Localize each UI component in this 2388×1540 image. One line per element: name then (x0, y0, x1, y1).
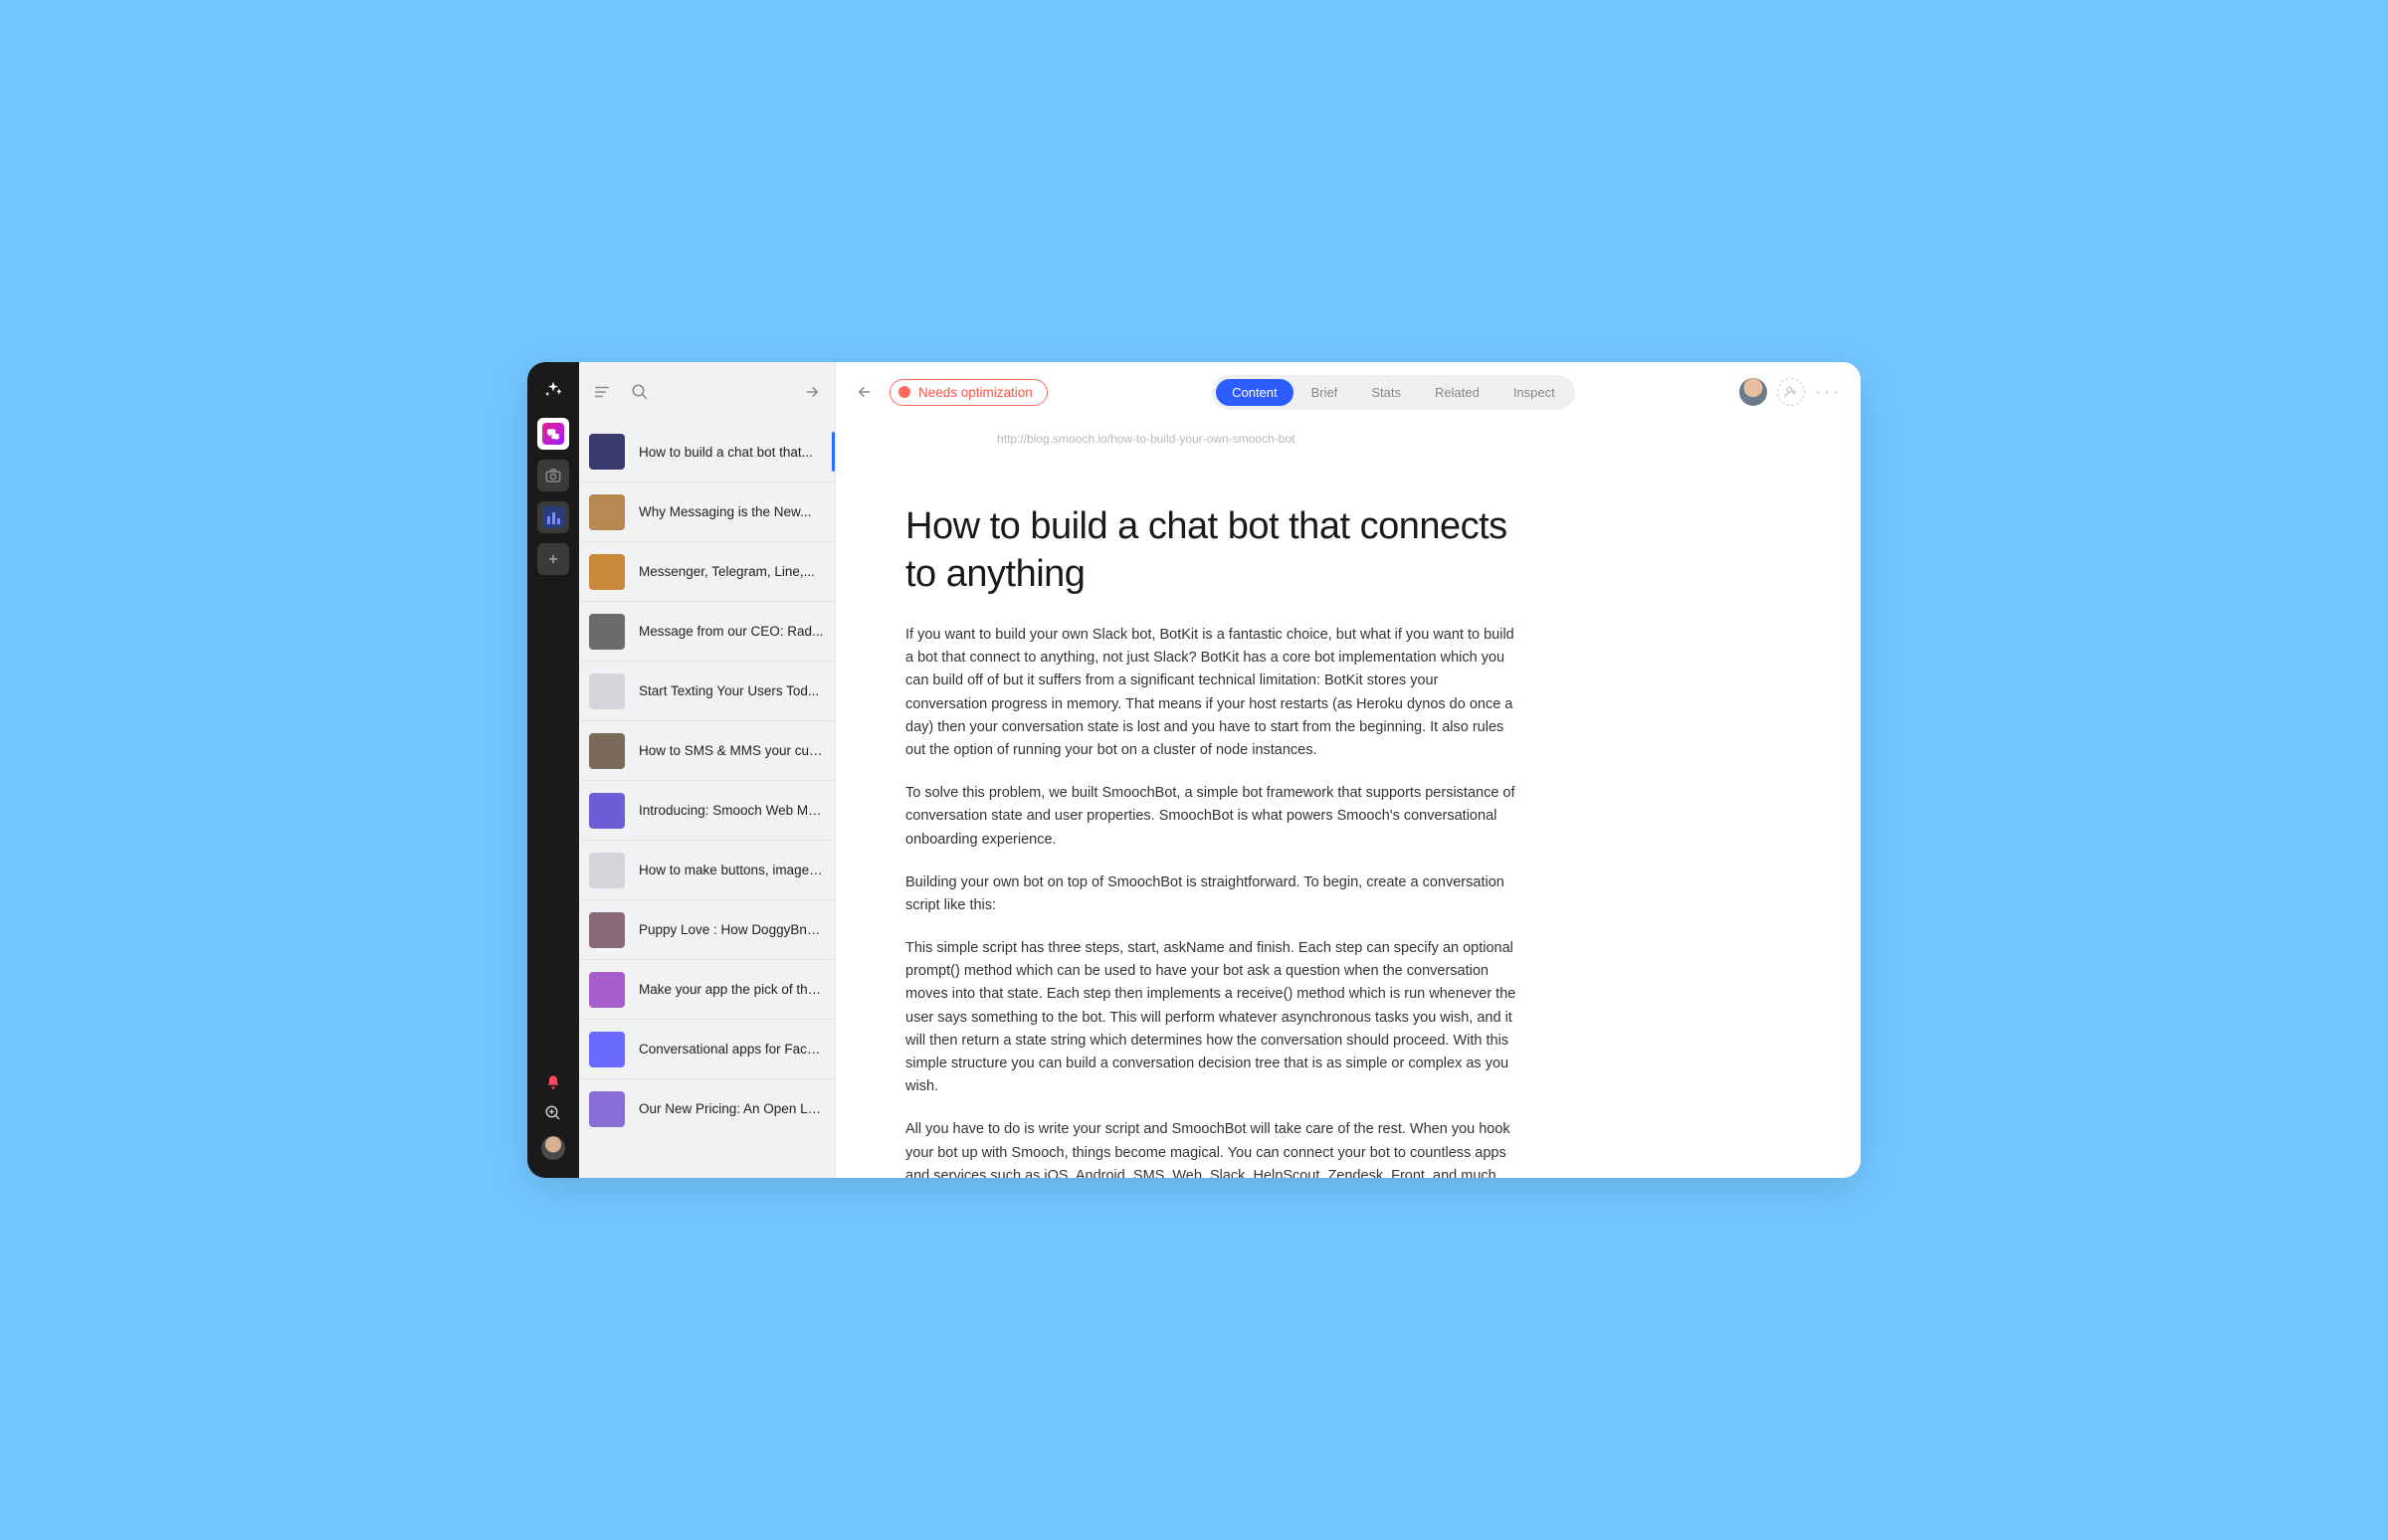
nav-tile-add[interactable] (537, 543, 569, 575)
list-item[interactable]: Introducing: Smooch Web Me... (579, 780, 835, 840)
status-dot-icon (898, 386, 910, 398)
list-item[interactable]: Our New Pricing: An Open Le... (579, 1078, 835, 1138)
article-paragraph: If you want to build your own Slack bot,… (905, 624, 1522, 762)
list-item[interactable]: Why Messaging is the New... (579, 481, 835, 541)
plus-icon (546, 552, 560, 566)
list-item-thumb (589, 614, 625, 650)
tab-brief[interactable]: Brief (1295, 379, 1354, 406)
list-item-title: Conversational apps for Face... (639, 1042, 825, 1057)
main-topbar: Needs optimization ContentBriefStatsRela… (836, 362, 1861, 422)
article: How to build a chat bot that connects to… (905, 503, 1522, 1178)
sidebar-toolbar (579, 362, 835, 422)
article-paragraph: All you have to do is write your script … (905, 1118, 1522, 1178)
list-item[interactable]: Messenger, Telegram, Line,... (579, 541, 835, 601)
list-item-thumb (589, 912, 625, 948)
nav-rail (527, 362, 579, 1178)
list-item[interactable]: Conversational apps for Face... (579, 1019, 835, 1078)
user-avatar-small[interactable] (541, 1136, 565, 1160)
back-icon[interactable] (856, 383, 874, 401)
list-item[interactable]: How to build a chat bot that... (579, 422, 835, 481)
menu-icon[interactable] (593, 383, 611, 401)
list-item-title: Message from our CEO: Rad... (639, 624, 823, 639)
list-item-title: Make your app the pick of the... (639, 982, 825, 997)
list-item-title: Why Messaging is the New... (639, 504, 811, 519)
list-item-thumb (589, 972, 625, 1008)
list-item[interactable]: Puppy Love : How DoggyBnB... (579, 899, 835, 959)
list-item-thumb (589, 494, 625, 530)
notifications-icon[interactable] (545, 1074, 561, 1090)
zoom-in-icon[interactable] (544, 1104, 562, 1122)
list-item-thumb (589, 793, 625, 829)
list-item-title: Messenger, Telegram, Line,... (639, 564, 815, 579)
nav-tile-chat[interactable] (537, 418, 569, 450)
list-item-thumb (589, 554, 625, 590)
nav-tile-chart[interactable] (537, 501, 569, 533)
nav-tile-camera[interactable] (537, 460, 569, 491)
view-tabs: ContentBriefStatsRelatedInspect (1212, 375, 1575, 410)
article-list: How to build a chat bot that... Why Messa… (579, 422, 835, 1178)
collaborator-avatar[interactable] (1739, 378, 1767, 406)
optimization-status-pill[interactable]: Needs optimization (890, 379, 1048, 406)
list-item-thumb (589, 434, 625, 470)
article-paragraph: This simple script has three steps, star… (905, 937, 1522, 1098)
tab-inspect[interactable]: Inspect (1497, 379, 1571, 406)
tab-stats[interactable]: Stats (1355, 379, 1417, 406)
list-item-title: Introducing: Smooch Web Me... (639, 803, 825, 818)
list-item-thumb (589, 1091, 625, 1127)
list-item[interactable]: Make your app the pick of the... (579, 959, 835, 1019)
status-label: Needs optimization (918, 385, 1033, 400)
list-item-title: Our New Pricing: An Open Le... (639, 1101, 825, 1116)
list-item[interactable]: Message from our CEO: Rad... (579, 601, 835, 661)
camera-icon (544, 467, 562, 484)
list-item[interactable]: How to SMS & MMS your cus... (579, 720, 835, 780)
tab-related[interactable]: Related (1419, 379, 1495, 406)
tab-content[interactable]: Content (1216, 379, 1294, 406)
add-user-button[interactable] (1777, 378, 1805, 406)
list-item-title: How to make buttons, images... (639, 863, 825, 877)
main-pane: Needs optimization ContentBriefStatsRela… (836, 362, 1861, 1178)
list-item[interactable]: Start Texting Your Users Tod... (579, 661, 835, 720)
list-item-title: How to SMS & MMS your cus... (639, 743, 825, 758)
app-window: How to build a chat bot that... Why Messa… (527, 362, 1861, 1178)
list-item-title: How to build a chat bot that... (639, 445, 813, 460)
search-icon[interactable] (631, 383, 649, 401)
list-item-thumb (589, 853, 625, 888)
list-item-thumb (589, 674, 625, 709)
list-item-title: Start Texting Your Users Tod... (639, 683, 819, 698)
content-scroll[interactable]: http://blog.smooch.io/how-to-build-your-… (836, 422, 1861, 1178)
article-paragraph: To solve this problem, we built SmoochBo… (905, 782, 1522, 852)
sidebar: How to build a chat bot that... Why Messa… (579, 362, 836, 1178)
forward-icon[interactable] (803, 383, 821, 401)
app-logo-icon (543, 380, 563, 400)
list-item-thumb (589, 1032, 625, 1067)
article-url: http://blog.smooch.io/how-to-build-your-… (997, 432, 1791, 446)
more-menu-icon[interactable]: ··· (1815, 381, 1841, 404)
list-item-title: Puppy Love : How DoggyBnB... (639, 922, 825, 937)
article-paragraph: Building your own bot on top of SmoochBo… (905, 871, 1522, 917)
list-item-thumb (589, 733, 625, 769)
article-heading: How to build a chat bot that connects to… (905, 503, 1522, 598)
speech-bubbles-icon (546, 427, 560, 441)
list-item[interactable]: How to make buttons, images... (579, 840, 835, 899)
